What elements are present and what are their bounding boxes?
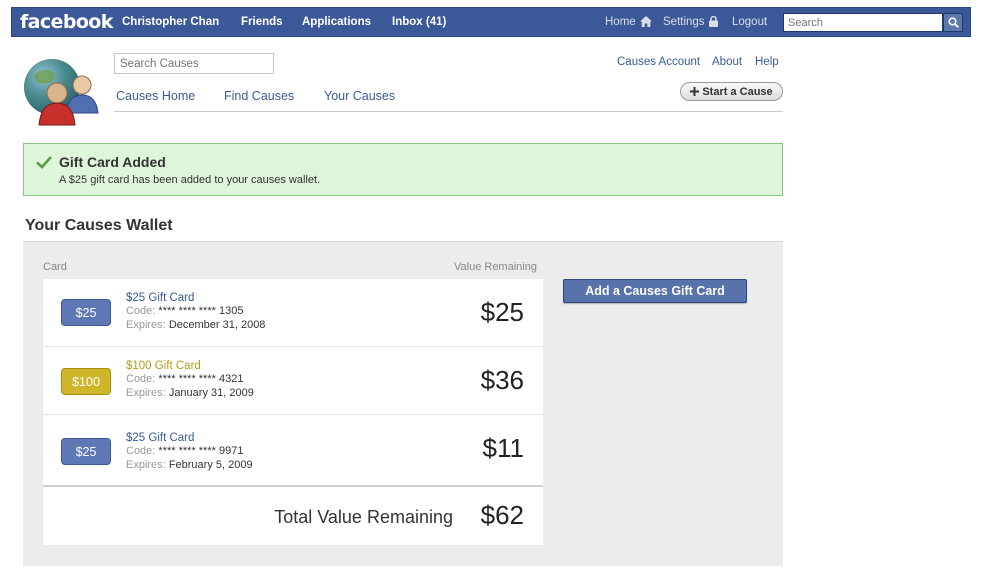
- logout-link[interactable]: Logout: [732, 16, 767, 28]
- causes-search-input[interactable]: [114, 53, 274, 74]
- search-icon: [947, 17, 959, 28]
- card-expires: Expires: February 5, 2009: [126, 459, 253, 471]
- card-name-link[interactable]: $25 Gift Card: [126, 432, 194, 444]
- gift-card-row: $100 $100 Gift Card Code: **** **** ****…: [43, 347, 543, 415]
- column-header-card: Card: [43, 261, 67, 273]
- wallet-title: Your Causes Wallet: [25, 217, 173, 234]
- card-badge: $25: [61, 438, 111, 465]
- home-label: Home: [605, 16, 636, 28]
- settings-link[interactable]: Settings: [663, 15, 718, 28]
- tab-find-causes[interactable]: Find Causes: [224, 89, 294, 103]
- notice-body: A $25 gift card has been added to your c…: [59, 174, 321, 186]
- tab-causes-home[interactable]: Causes Home: [116, 89, 195, 103]
- card-name-link[interactable]: $100 Gift Card: [126, 360, 201, 372]
- facebook-search-button[interactable]: [943, 13, 963, 32]
- total-divider: [43, 485, 543, 487]
- home-icon: [639, 16, 652, 27]
- card-code: Code: **** **** **** 1305: [126, 305, 244, 317]
- home-link[interactable]: Home: [605, 16, 652, 28]
- header-divider: [114, 111, 783, 112]
- success-notice: Gift Card Added A $25 gift card has been…: [23, 143, 783, 196]
- applications-link[interactable]: Applications: [302, 16, 371, 28]
- gift-card-row: $25 $25 Gift Card Code: **** **** **** 9…: [43, 416, 543, 484]
- card-value: $25: [480, 297, 524, 327]
- profile-link[interactable]: Christopher Chan: [122, 16, 219, 28]
- start-cause-button[interactable]: Start a Cause: [680, 82, 783, 101]
- checkmark-icon: [36, 156, 52, 169]
- facebook-top-bar: facebook Christopher Chan Friends Applic…: [11, 7, 971, 37]
- facebook-search-input[interactable]: [783, 13, 943, 32]
- card-expires: Expires: December 31, 2008: [126, 319, 266, 331]
- card-code: Code: **** **** **** 9971: [126, 445, 244, 457]
- friends-link[interactable]: Friends: [241, 16, 283, 28]
- add-gift-card-button[interactable]: Add a Causes Gift Card: [563, 279, 747, 303]
- total-label: Total Value Remaining: [274, 507, 453, 527]
- column-header-value: Value Remaining: [454, 261, 537, 273]
- lock-icon: [708, 15, 718, 27]
- settings-label: Settings: [663, 16, 705, 28]
- notice-title: Gift Card Added: [59, 154, 166, 170]
- card-value: $36: [480, 365, 524, 395]
- inbox-link[interactable]: Inbox (41): [392, 16, 446, 28]
- card-expires: Expires: January 31, 2009: [126, 387, 254, 399]
- start-cause-label: Start a Cause: [702, 85, 773, 98]
- plus-icon: [690, 87, 700, 96]
- gift-card-row: $25 $25 Gift Card Code: **** **** **** 1…: [43, 279, 543, 347]
- help-link[interactable]: Help: [755, 56, 779, 68]
- card-badge: $100: [61, 368, 111, 395]
- gift-card-list: $25 $25 Gift Card Code: **** **** **** 1…: [43, 279, 543, 545]
- total-value: $62: [480, 500, 524, 530]
- card-badge: $25: [61, 299, 111, 326]
- about-link[interactable]: About: [712, 56, 742, 68]
- causes-logo-icon[interactable]: [22, 55, 100, 127]
- card-code: Code: **** **** **** 4321: [126, 373, 244, 385]
- causes-account-link[interactable]: Causes Account: [617, 56, 700, 68]
- card-value: $11: [482, 433, 524, 463]
- card-name-link[interactable]: $25 Gift Card: [126, 292, 194, 304]
- facebook-logo[interactable]: facebook: [20, 11, 113, 33]
- tab-your-causes[interactable]: Your Causes: [324, 89, 395, 103]
